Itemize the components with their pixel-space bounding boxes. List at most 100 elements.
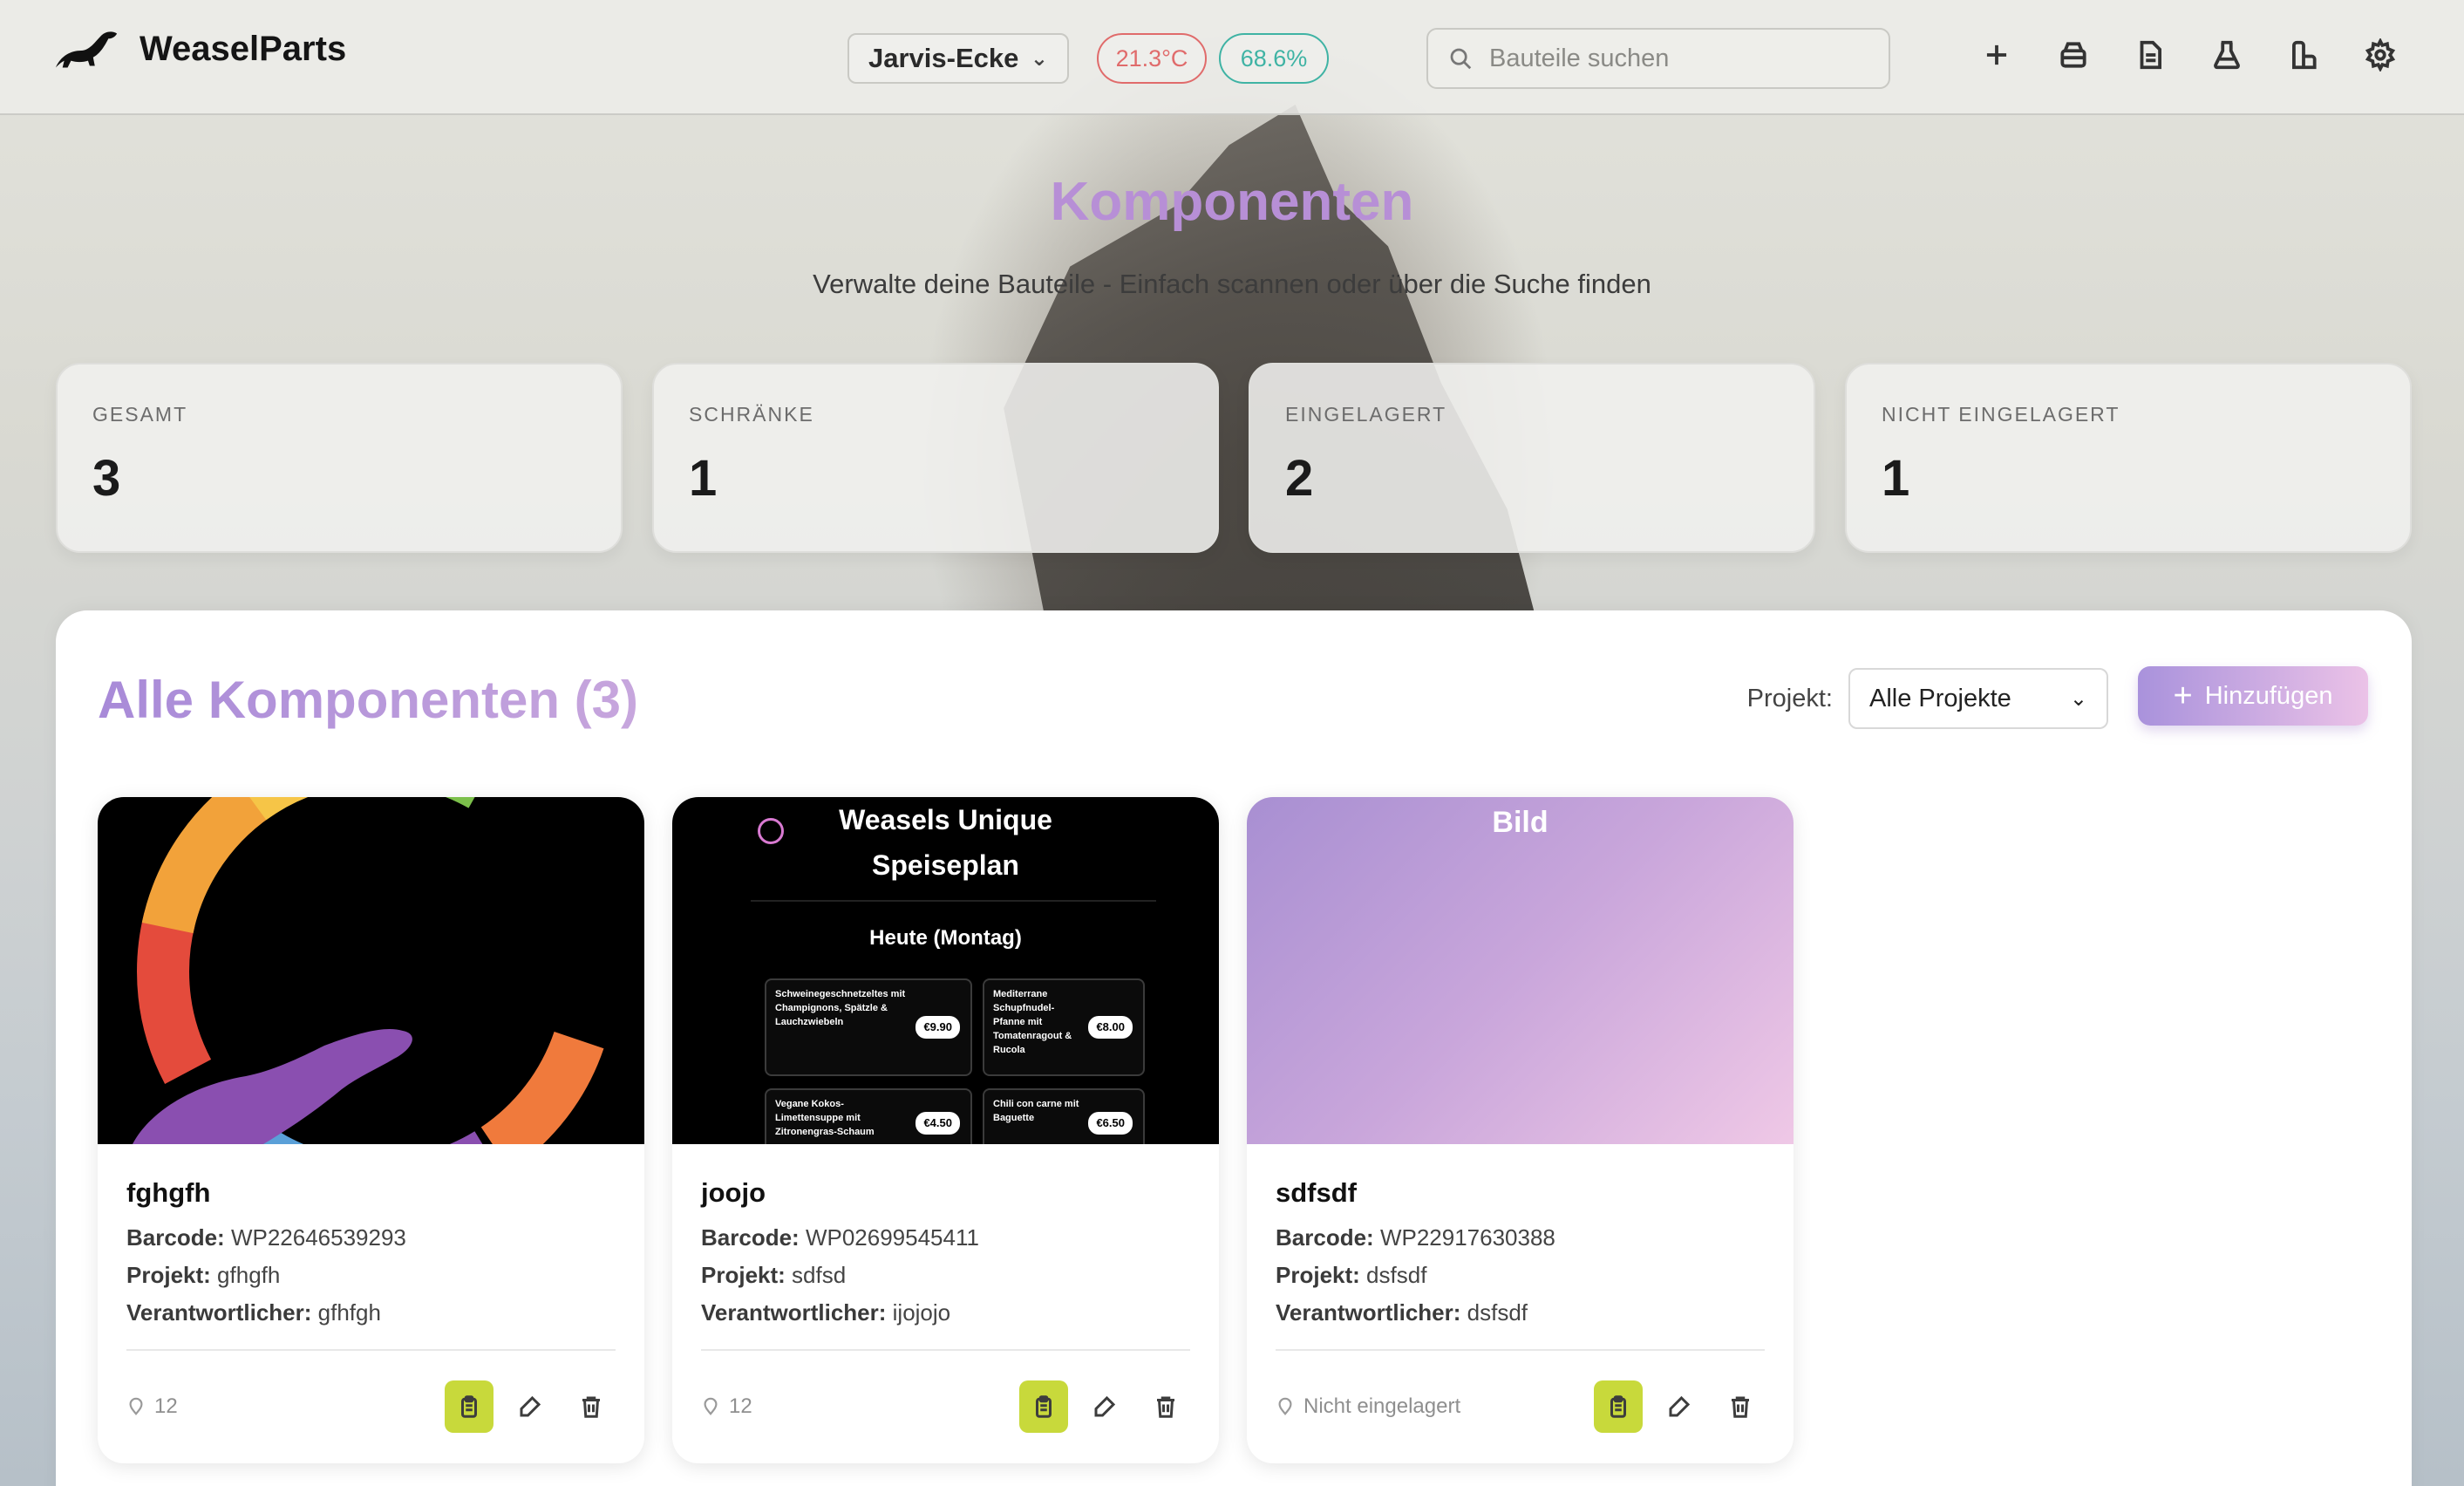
stat-label: NICHT EINGELAGERT bbox=[1882, 403, 2120, 426]
clipboard-icon bbox=[461, 1395, 477, 1418]
search-input[interactable] bbox=[1489, 44, 1855, 73]
location-pin-icon bbox=[704, 1397, 718, 1416]
menu-title-line1: Weasels Unique bbox=[839, 804, 1052, 835]
barcode-row: Barcode: WP22917630388 bbox=[1276, 1224, 1765, 1251]
location-pin-icon bbox=[1278, 1397, 1292, 1416]
document-icon[interactable] bbox=[2129, 31, 2171, 78]
component-card[interactable]: fghgfh Barcode: WP22646539293 Projekt: g… bbox=[98, 797, 644, 1463]
location-value: 12 bbox=[729, 1394, 752, 1418]
edit-button[interactable] bbox=[506, 1380, 555, 1433]
component-name: fghgfh bbox=[126, 1177, 211, 1208]
component-card-list: fghgfh Barcode: WP22646539293 Projekt: g… bbox=[98, 797, 1794, 1463]
location-chip: 12 bbox=[126, 1394, 178, 1419]
section-title: Alle Komponenten (3) bbox=[98, 671, 639, 729]
menu-day: Heute (Montag) bbox=[869, 926, 1022, 950]
brand[interactable]: WeaselParts bbox=[52, 24, 346, 73]
project-row: Projekt: sdfsd bbox=[701, 1262, 1190, 1289]
dish-price: €8.00 bbox=[1088, 1016, 1133, 1039]
project-label: Projekt: bbox=[701, 1262, 786, 1288]
menu-title-line2: Speiseplan bbox=[872, 849, 1019, 881]
barcode-label: Barcode: bbox=[1276, 1224, 1374, 1251]
stat-value: 2 bbox=[1285, 450, 1314, 507]
project-filter-label: Projekt: bbox=[1746, 684, 1833, 712]
chevron-down-icon: ⌄ bbox=[2069, 686, 2087, 711]
plus-icon[interactable] bbox=[1976, 31, 2018, 78]
stat-label: SCHRÄNKE bbox=[689, 403, 814, 426]
project-select[interactable]: Alle Projekte ⌄ bbox=[1848, 668, 2108, 729]
divider bbox=[701, 1349, 1190, 1351]
menu-dish: Mediterrane Schupfnudel-Pfanne mit Tomat… bbox=[983, 978, 1145, 1076]
project-select-value: Alle Projekte bbox=[1869, 684, 2011, 712]
owner-value: ijojojo bbox=[892, 1299, 951, 1326]
app-name: WeaselParts bbox=[140, 29, 347, 68]
project-value: dsfsdf bbox=[1366, 1262, 1427, 1288]
clipboard-button[interactable] bbox=[1019, 1380, 1068, 1433]
dish-name: Mediterrane Schupfnudel-Pfanne mit Tomat… bbox=[993, 989, 1072, 1055]
card-footer: 12 bbox=[701, 1380, 1190, 1434]
delete-button[interactable] bbox=[1716, 1380, 1765, 1433]
location-value: Jarvis-Ecke bbox=[868, 43, 1019, 73]
card-footer: Nicht eingelagert bbox=[1276, 1380, 1765, 1434]
add-component-button[interactable]: + Hinzufügen bbox=[2138, 666, 2368, 726]
edit-icon bbox=[1094, 1395, 1116, 1417]
dish-name: Chili con carne mit Baguette bbox=[993, 1099, 1079, 1123]
flask-icon[interactable] bbox=[2206, 31, 2248, 78]
menu-dish: Vegane Kokos-Limettensuppe mit Zitroneng… bbox=[765, 1088, 972, 1144]
dish-price: €9.90 bbox=[915, 1016, 960, 1039]
cabinet-icon[interactable] bbox=[2052, 31, 2094, 78]
component-card[interactable]: Weasels Unique Speiseplan Heute (Montag)… bbox=[672, 797, 1219, 1463]
stat-card-cabinets: SCHRÄNKE 1 bbox=[652, 363, 1219, 553]
barcode-row: Barcode: WP22646539293 bbox=[126, 1224, 616, 1251]
gear-logo-image bbox=[133, 797, 616, 1144]
delete-button[interactable] bbox=[1141, 1380, 1190, 1433]
edit-button[interactable] bbox=[1080, 1380, 1129, 1433]
edit-button[interactable] bbox=[1655, 1380, 1704, 1433]
stat-card-stored: EINGELAGERT 2 bbox=[1249, 363, 1815, 553]
component-image bbox=[98, 797, 644, 1144]
clipboard-button[interactable] bbox=[445, 1380, 493, 1433]
menu-dish: Schweinegeschnetzeltes mit Champignons, … bbox=[765, 978, 972, 1076]
chevron-down-icon: ⌄ bbox=[1030, 46, 1048, 71]
divider bbox=[126, 1349, 616, 1351]
temperature-badge: 21.3°C bbox=[1097, 33, 1207, 84]
barcode-value: WP02699545411 bbox=[805, 1224, 979, 1251]
barcode-value: WP22917630388 bbox=[1379, 1224, 1555, 1251]
owner-label: Verantwortlicher: bbox=[126, 1299, 312, 1326]
location-value: Nicht eingelagert bbox=[1303, 1394, 1461, 1418]
owner-value: dsfsdf bbox=[1467, 1299, 1528, 1326]
component-name: sdfsdf bbox=[1276, 1177, 1357, 1208]
project-label: Projekt: bbox=[126, 1262, 211, 1288]
stat-label: GESAMT bbox=[92, 403, 188, 426]
project-row: Projekt: dsfsdf bbox=[1276, 1262, 1765, 1289]
gear-icon[interactable] bbox=[2359, 31, 2401, 78]
menu-divider bbox=[751, 900, 1156, 902]
layout-icon[interactable] bbox=[2283, 31, 2324, 78]
owner-value: gfhfgh bbox=[317, 1299, 381, 1326]
stat-value: 3 bbox=[92, 450, 121, 507]
owner-label: Verantwortlicher: bbox=[1276, 1299, 1461, 1326]
component-card[interactable]: Bild sdfsdf Barcode: WP22917630388 Proje… bbox=[1247, 797, 1794, 1463]
clipboard-button[interactable] bbox=[1594, 1380, 1643, 1433]
barcode-label: Barcode: bbox=[701, 1224, 800, 1251]
card-body: joojo Barcode: WP02699545411 Projekt: sd… bbox=[672, 1144, 1219, 1351]
nav-icon-bar bbox=[1976, 31, 2401, 78]
stats-row: GESAMT 3 SCHRÄNKE 1 EINGELAGERT 2 NICHT … bbox=[56, 363, 2412, 553]
edit-icon bbox=[520, 1395, 541, 1417]
barcode-label: Barcode: bbox=[126, 1224, 225, 1251]
owner-row: Verantwortlicher: dsfsdf bbox=[1276, 1299, 1765, 1326]
location-select[interactable]: Jarvis-Ecke ⌄ bbox=[847, 33, 1069, 84]
menu-title: Weasels Unique Speiseplan bbox=[672, 797, 1219, 888]
project-label: Projekt: bbox=[1276, 1262, 1360, 1288]
dish-price: €6.50 bbox=[1088, 1112, 1133, 1135]
dish-price: €4.50 bbox=[915, 1112, 960, 1135]
project-value: gfhgfh bbox=[217, 1262, 281, 1288]
search-box[interactable] bbox=[1426, 28, 1890, 89]
location-chip: 12 bbox=[701, 1394, 752, 1419]
dish-name: Schweinegeschnetzeltes mit Champignons, … bbox=[775, 989, 906, 1027]
delete-button[interactable] bbox=[567, 1380, 616, 1433]
card-actions bbox=[445, 1380, 616, 1433]
card-body: sdfsdf Barcode: WP22917630388 Projekt: d… bbox=[1247, 1144, 1794, 1351]
menu-dish: Chili con carne mit Baguette €6.50 bbox=[983, 1088, 1145, 1144]
stat-value: 1 bbox=[689, 450, 718, 507]
card-actions bbox=[1019, 1380, 1190, 1433]
